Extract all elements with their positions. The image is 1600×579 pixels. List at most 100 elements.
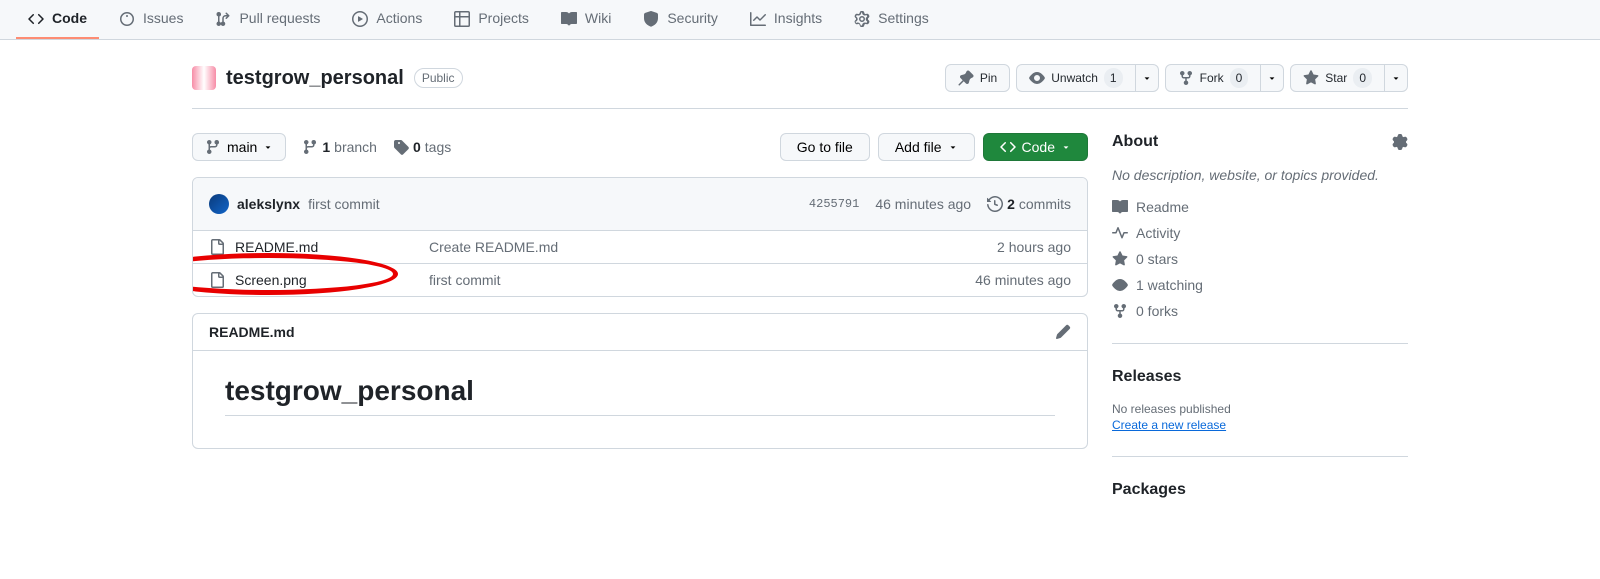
visibility-badge: Public (414, 68, 463, 88)
fork-caret[interactable] (1261, 64, 1284, 92)
eye-icon (1112, 277, 1128, 293)
history-icon (987, 196, 1003, 212)
tab-security[interactable]: Security (631, 0, 730, 39)
unwatch-caret[interactable] (1136, 64, 1159, 92)
tab-projects[interactable]: Projects (442, 0, 541, 39)
about-stars-link[interactable]: 0 stars (1112, 251, 1408, 267)
branch-bar: main 1 branch 0 tags Go to fil (192, 133, 1088, 161)
author-avatar[interactable] (209, 194, 229, 214)
issue-icon (119, 11, 135, 27)
goto-file-button[interactable]: Go to file (780, 133, 870, 161)
about-settings-button[interactable] (1392, 133, 1408, 151)
file-name[interactable]: README.md (235, 239, 318, 255)
about-forks-link[interactable]: 0 forks (1112, 303, 1408, 319)
edit-readme-button[interactable] (1055, 324, 1071, 340)
tab-actions[interactable]: Actions (340, 0, 434, 39)
star-caret[interactable] (1385, 64, 1408, 92)
create-release-link[interactable]: Create a new release (1112, 418, 1226, 432)
triangle-down-icon (263, 142, 273, 152)
file-list-box: alekslynx first commit 4255791 46 minute… (192, 177, 1088, 297)
tab-pulls[interactable]: Pull requests (203, 0, 332, 39)
sidebar: About No description, website, or topics… (1112, 133, 1408, 563)
tags-label: tags (425, 139, 451, 155)
star-label: Star (1325, 68, 1347, 88)
tab-code[interactable]: Code (16, 0, 99, 39)
about-readme-link[interactable]: Readme (1112, 199, 1408, 215)
pin-button[interactable]: Pin (945, 64, 1010, 92)
pin-label: Pin (980, 68, 997, 88)
tags-count: 0 (413, 139, 421, 155)
star-icon (1112, 251, 1128, 267)
packages-heading: Packages (1112, 481, 1408, 499)
unwatch-button[interactable]: Unwatch 1 (1016, 64, 1135, 92)
pulse-icon (1112, 225, 1128, 241)
no-releases-text: No releases published (1112, 402, 1408, 416)
latest-commit-row: alekslynx first commit 4255791 46 minute… (193, 178, 1087, 231)
fork-button[interactable]: Fork 0 (1165, 64, 1262, 92)
about-description: No description, website, or topics provi… (1112, 167, 1408, 183)
tab-settings[interactable]: Settings (842, 0, 941, 39)
about-watching-link[interactable]: 1 watching (1112, 277, 1408, 293)
tab-pulls-label: Pull requests (239, 8, 320, 29)
branch-select-button[interactable]: main (192, 133, 286, 161)
branch-name: main (227, 139, 257, 155)
fork-label: Fork (1200, 68, 1224, 88)
tags-stat[interactable]: 0 tags (393, 139, 451, 155)
triangle-down-icon (1267, 73, 1277, 83)
tab-wiki-label: Wiki (585, 8, 611, 29)
commits-label: commits (1019, 196, 1071, 212)
shield-icon (643, 11, 659, 27)
file-icon (209, 272, 225, 288)
eye-icon (1029, 70, 1045, 86)
repo-avatar (192, 66, 216, 90)
file-row: Screen.png first commit 46 minutes ago (193, 264, 1087, 296)
commits-link[interactable]: 2 commits (987, 196, 1071, 212)
tab-code-label: Code (52, 8, 87, 29)
add-file-button[interactable]: Add file (878, 133, 975, 161)
readme-box: README.md testgrow_personal (192, 313, 1088, 449)
readme-filename[interactable]: README.md (209, 324, 295, 340)
tab-insights[interactable]: Insights (738, 0, 834, 39)
triangle-down-icon (1391, 73, 1401, 83)
tab-security-label: Security (667, 8, 718, 29)
pencil-icon (1055, 324, 1071, 340)
git-branch-icon (205, 139, 221, 155)
file-time: 46 minutes ago (975, 272, 1071, 288)
table-icon (454, 11, 470, 27)
file-commit-message[interactable]: first commit (429, 272, 501, 288)
about-activity-link[interactable]: Activity (1112, 225, 1408, 241)
triangle-down-icon (1061, 142, 1071, 152)
fork-icon (1112, 303, 1128, 319)
commit-message[interactable]: first commit (308, 196, 380, 212)
commit-sha[interactable]: 4255791 (809, 197, 859, 211)
tab-issues-label: Issues (143, 8, 183, 29)
branches-stat[interactable]: 1 branch (302, 139, 377, 155)
about-heading: About (1112, 133, 1158, 151)
file-row: README.md Create README.md 2 hours ago (193, 231, 1087, 264)
file-icon (209, 239, 225, 255)
branches-count: 1 (322, 139, 330, 155)
commit-author[interactable]: alekslynx (237, 196, 300, 212)
unwatch-label: Unwatch (1051, 68, 1098, 88)
code-button[interactable]: Code (983, 133, 1088, 161)
file-name[interactable]: Screen.png (235, 272, 307, 288)
star-count: 0 (1353, 68, 1372, 88)
tab-actions-label: Actions (376, 8, 422, 29)
file-time: 2 hours ago (997, 239, 1071, 255)
book-icon (561, 11, 577, 27)
repo-header: testgrow_personal Public Pin Unwatch 1 (192, 56, 1408, 109)
code-icon (28, 11, 44, 27)
readme-heading: testgrow_personal (225, 375, 1055, 416)
book-icon (1112, 199, 1128, 215)
releases-heading: Releases (1112, 368, 1408, 386)
repo-name[interactable]: testgrow_personal (226, 67, 404, 90)
tab-issues[interactable]: Issues (107, 0, 195, 39)
tab-wiki[interactable]: Wiki (549, 0, 623, 39)
tab-settings-label: Settings (878, 8, 929, 29)
tag-icon (393, 139, 409, 155)
git-branch-icon (302, 139, 318, 155)
star-icon (1303, 70, 1319, 86)
file-commit-message[interactable]: Create README.md (429, 239, 558, 255)
star-button[interactable]: Star 0 (1290, 64, 1385, 92)
commit-time: 46 minutes ago (875, 196, 971, 212)
